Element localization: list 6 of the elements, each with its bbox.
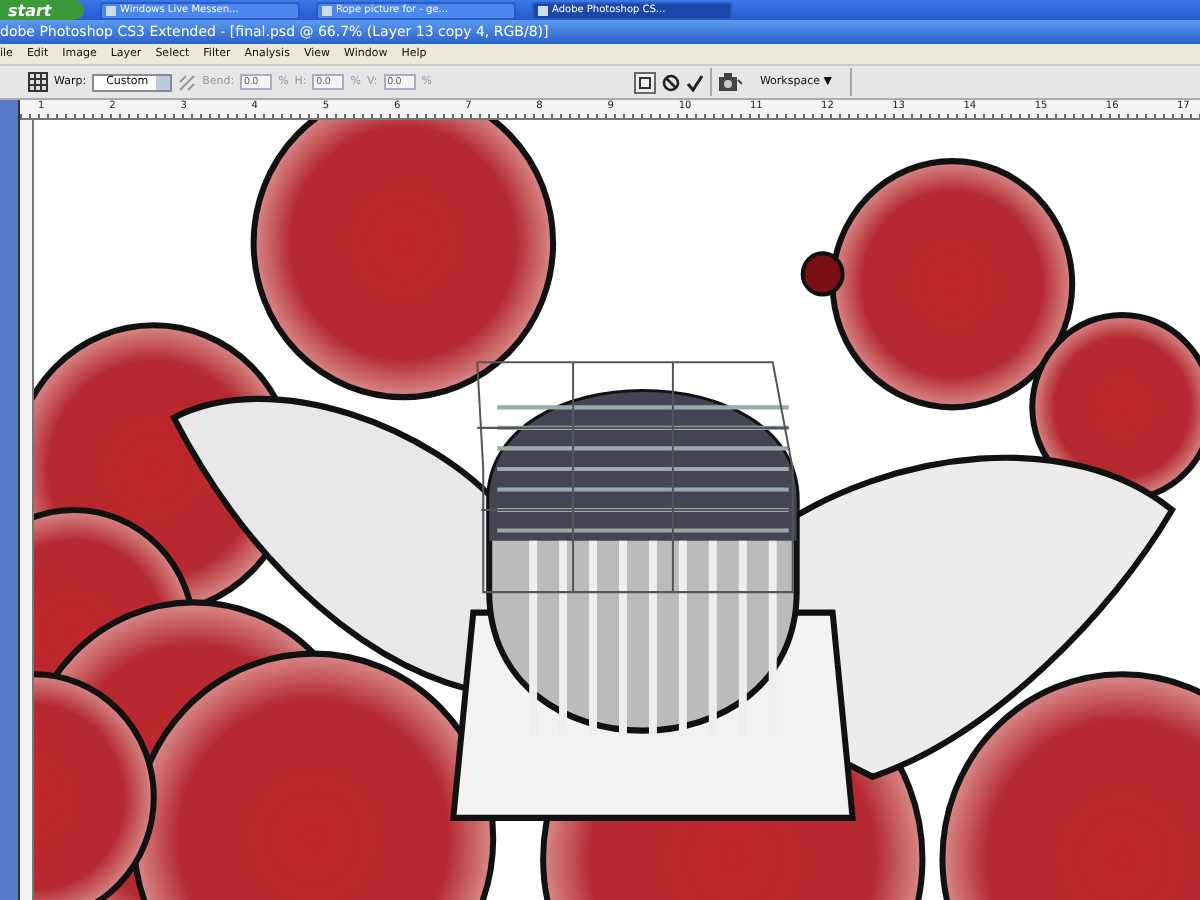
- camera-icon[interactable]: [717, 72, 742, 92]
- cancel-icon[interactable]: [661, 73, 680, 91]
- warp-mode-icon[interactable]: [633, 71, 656, 93]
- start-button[interactable]: start: [0, 0, 84, 20]
- commit-check-icon[interactable]: [685, 73, 704, 91]
- warp-grid-icon[interactable]: [28, 72, 48, 92]
